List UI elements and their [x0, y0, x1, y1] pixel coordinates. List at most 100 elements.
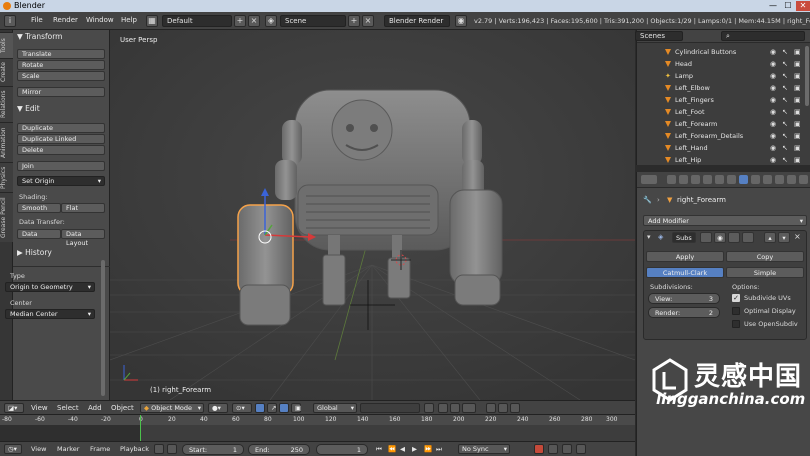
object-tab-icon[interactable]	[715, 175, 724, 184]
play-reverse-icon[interactable]: ◀	[400, 445, 405, 453]
camera-icon[interactable]: ▣	[794, 108, 801, 116]
next-keyframe-icon[interactable]: ⏩	[424, 445, 432, 453]
close-button[interactable]: ✕	[796, 1, 810, 11]
keying-set-icon[interactable]	[548, 444, 558, 454]
eye-icon[interactable]: ◉	[770, 144, 776, 152]
copy-button[interactable]: Copy	[726, 251, 804, 262]
display-mode-dropdown[interactable]: Scenes	[635, 31, 683, 41]
manipulator-toggle-icon[interactable]	[255, 403, 265, 413]
maximize-button[interactable]: ☐	[781, 1, 795, 11]
cursor-icon[interactable]: ↖	[782, 144, 788, 152]
render-icon[interactable]	[728, 232, 740, 243]
tab-create[interactable]: Create	[0, 58, 13, 86]
editor-type-timeline-icon[interactable]: ◷▾	[4, 444, 22, 454]
transform-orientation-dropdown[interactable]: Global ▾	[313, 403, 357, 413]
render-tab-icon[interactable]	[667, 175, 676, 184]
proportional-edit-icon[interactable]	[462, 403, 476, 413]
eye-icon[interactable]: ◉	[770, 132, 776, 140]
duplicate-button[interactable]: Duplicate	[17, 123, 105, 133]
eye-icon[interactable]: ◉	[770, 72, 776, 80]
outliner-row[interactable]: Left_Forearm ◉ ↖ ▣	[637, 118, 805, 130]
outliner-search-input[interactable]: ⌕	[721, 31, 805, 41]
scale-manipulator-icon[interactable]: ▣	[291, 403, 301, 413]
cursor-icon[interactable]: ↖	[782, 48, 788, 56]
collapse-icon[interactable]: ▾	[647, 233, 651, 241]
outliner-scrollbar[interactable]	[805, 46, 809, 106]
catmull-clark-button[interactable]: Catmull-Clark	[646, 267, 724, 278]
editor-type-properties-icon[interactable]	[641, 175, 657, 184]
shelf-scrollbar[interactable]	[101, 260, 105, 396]
menu-help[interactable]: Help	[121, 16, 137, 24]
menu-object[interactable]: Object	[111, 404, 134, 412]
scene-field[interactable]: Scene	[280, 15, 346, 27]
pivot-point-icon[interactable]: ⊙▾	[232, 403, 252, 413]
eye-icon[interactable]: ◉	[770, 96, 776, 104]
history-panel-header[interactable]: ▶ History	[17, 248, 52, 257]
add-scene-button[interactable]: +	[348, 15, 360, 27]
add-layout-button[interactable]: +	[234, 15, 246, 27]
render-layers-tab-icon[interactable]	[679, 175, 688, 184]
origin-type-dropdown[interactable]: Origin to Geometry ▾	[5, 282, 95, 292]
cursor-icon[interactable]: ↖	[782, 108, 788, 116]
screen-layout-icon[interactable]: ▦	[146, 15, 158, 27]
camera-icon[interactable]: ▣	[794, 144, 801, 152]
mirror-button[interactable]: Mirror	[17, 87, 105, 97]
modifiers-tab-icon[interactable]	[739, 175, 748, 184]
rotate-button[interactable]: Rotate	[17, 60, 105, 70]
snap-element-icon[interactable]	[450, 403, 460, 413]
timeline-menu-view[interactable]: View	[31, 445, 46, 453]
minimize-button[interactable]: —	[766, 1, 780, 11]
optimal-display-checkbox[interactable]	[732, 307, 740, 315]
data-layout-button[interactable]: Data Layout	[61, 229, 105, 247]
particles-tab-icon[interactable]	[787, 175, 796, 184]
start-frame-field[interactable]: Start: 1	[182, 444, 244, 455]
outliner-row[interactable]: Left_Fingers ◉ ↖ ▣	[637, 94, 805, 106]
translate-button[interactable]: Translate	[17, 49, 105, 59]
delete-keyframe-icon[interactable]	[576, 444, 586, 454]
cage-icon[interactable]	[742, 232, 754, 243]
data-tab-icon[interactable]	[751, 175, 760, 184]
render-engine-dropdown[interactable]: Blender Render	[384, 15, 450, 27]
cursor-icon[interactable]: ↖	[782, 60, 788, 68]
camera-icon[interactable]: ▣	[794, 60, 801, 68]
scene-icon[interactable]: ◈	[265, 15, 277, 27]
cursor-icon[interactable]: ↖	[782, 156, 788, 164]
center-dropdown[interactable]: Median Center ▾	[5, 309, 95, 319]
render-preview-icon[interactable]	[486, 403, 496, 413]
lock-layers-icon[interactable]	[424, 403, 434, 413]
flat-button[interactable]: Flat	[61, 203, 105, 213]
cursor-icon[interactable]: ↖	[782, 120, 788, 128]
camera-icon[interactable]: ▣	[794, 132, 801, 140]
eye-icon[interactable]: ◉	[770, 48, 776, 56]
snap-icon[interactable]	[438, 403, 448, 413]
modifier-name-field[interactable]: Subs	[672, 232, 696, 243]
menu-view[interactable]: View	[31, 404, 48, 412]
eye-icon[interactable]: ◉	[770, 120, 776, 128]
display-in-editmode-icon[interactable]	[700, 232, 712, 243]
remove-modifier-icon[interactable]: ×	[794, 232, 801, 241]
screen-layout-field[interactable]: Default	[162, 15, 232, 27]
scale-button[interactable]: Scale	[17, 71, 105, 81]
outliner[interactable]: Scenes ⌕ Cylindrical Buttons ◉ ↖ ▣ Head …	[635, 30, 810, 165]
tab-relations[interactable]: Relations	[0, 86, 13, 122]
simple-button[interactable]: Simple	[726, 267, 804, 278]
outliner-row[interactable]: Left_Elbow ◉ ↖ ▣	[637, 82, 805, 94]
editor-type-3d-icon[interactable]: ◪▾	[4, 403, 24, 413]
outliner-row[interactable]: Cylindrical Buttons ◉ ↖ ▣	[637, 46, 805, 58]
timeline-menu-playback[interactable]: Playback	[120, 445, 149, 453]
eye-icon[interactable]: ◉	[770, 156, 776, 164]
lock-range-icon[interactable]	[167, 444, 177, 454]
record-icon[interactable]	[534, 444, 544, 454]
cursor-icon[interactable]: ↖	[782, 96, 788, 104]
menu-render[interactable]: Render	[53, 16, 78, 24]
play-icon[interactable]: ▶	[412, 445, 417, 453]
move-up-icon[interactable]: ▴	[764, 232, 776, 243]
texture-tab-icon[interactable]	[775, 175, 784, 184]
timeline-menu-frame[interactable]: Frame	[90, 445, 110, 453]
end-frame-field[interactable]: End: 250	[248, 444, 310, 455]
add-modifier-dropdown[interactable]: Add Modifier ▾	[643, 215, 807, 226]
jump-start-icon[interactable]: ⏮	[376, 445, 382, 454]
opengl-anim-icon[interactable]	[510, 403, 520, 413]
sync-dropdown[interactable]: No Sync ▾	[458, 444, 510, 454]
edit-panel-header[interactable]: ▼ Edit	[17, 104, 40, 113]
